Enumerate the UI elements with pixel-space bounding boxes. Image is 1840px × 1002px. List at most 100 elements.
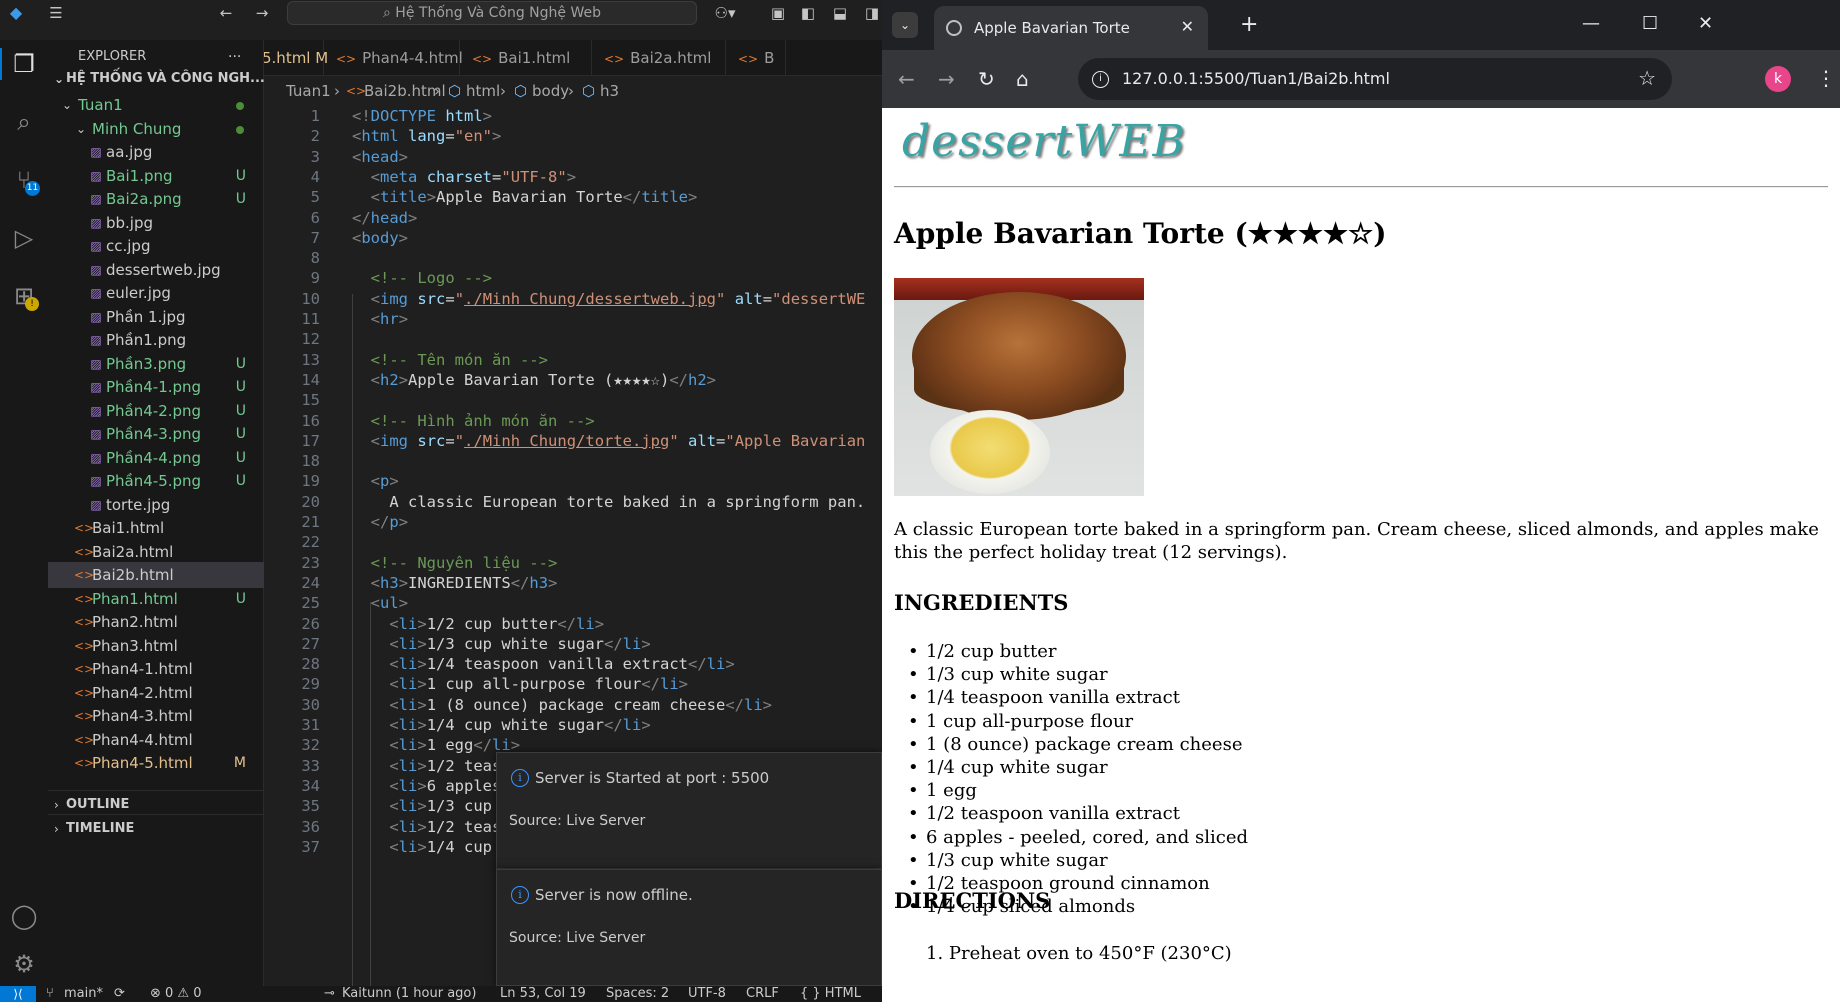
status-problems[interactable]: ⊗ 0 ⚠ 0 bbox=[150, 986, 202, 1002]
tree-file[interactable]: ▨ Phần4-2.png U bbox=[48, 398, 264, 424]
sync-icon[interactable]: ⟳ bbox=[114, 986, 125, 1002]
tree-file[interactable]: ▨ Phần1.png bbox=[48, 327, 264, 353]
tree-file[interactable]: ▨ Phần3.png U bbox=[48, 351, 264, 377]
status-branch[interactable]: main* bbox=[64, 986, 103, 1002]
minimize-icon[interactable]: — bbox=[1582, 12, 1600, 36]
tree-file[interactable]: ▨ Phần4-5.png U bbox=[48, 468, 264, 494]
code-token: = bbox=[716, 431, 726, 450]
breadcrumb-item-h3[interactable]: h3 bbox=[600, 78, 619, 104]
status-indentation[interactable]: Spaces: 2 bbox=[606, 986, 669, 1002]
tree-file[interactable]: <> Phan4-4.html bbox=[48, 727, 264, 753]
account-icon[interactable]: ◯ bbox=[0, 892, 48, 940]
profile-avatar[interactable]: k bbox=[1765, 66, 1791, 92]
maximize-icon[interactable]: ☐ bbox=[1642, 12, 1658, 36]
toggle-secondary-sidebar-icon[interactable]: ◨ bbox=[862, 3, 882, 23]
toggle-sidebar-icon[interactable]: ◧ bbox=[798, 3, 818, 23]
back-arrow-icon[interactable]: ← bbox=[214, 3, 238, 23]
bookmark-star-icon[interactable]: ☆ bbox=[1638, 66, 1656, 90]
tree-file[interactable]: <> Phan2.html bbox=[48, 609, 264, 635]
address-bar[interactable]: i 127.0.0.1:5500/Tuan1/Bai2b.html ☆ bbox=[1078, 58, 1672, 100]
html-file-icon: <> bbox=[336, 52, 357, 66]
menu-icon[interactable]: ☰ bbox=[44, 3, 68, 23]
tab-search-chevron-down-icon[interactable]: ⌄ bbox=[892, 12, 918, 38]
tree-file[interactable]: ▨ Bai1.png U bbox=[48, 163, 264, 189]
extensions-icon[interactable]: ⊞! bbox=[0, 272, 48, 320]
search-icon[interactable]: ⌕ bbox=[0, 98, 48, 146]
tree-folder[interactable]: ⌄ Tuan1 bbox=[48, 92, 264, 118]
editor-tab[interactable]: <> B bbox=[726, 40, 786, 75]
copilot-icon[interactable]: ⚇▾ bbox=[710, 3, 740, 23]
breadcrumb-item-html[interactable]: html bbox=[466, 78, 500, 104]
reload-icon[interactable]: ↻ bbox=[978, 67, 995, 91]
code-token: head bbox=[361, 147, 399, 166]
code-token: < bbox=[370, 289, 381, 308]
explorer-icon[interactable]: ❐ bbox=[0, 40, 48, 88]
code-token: < bbox=[370, 188, 381, 207]
code-text: <!-- Logo --> bbox=[352, 268, 492, 288]
tree-file[interactable]: ▨ Bai2a.png U bbox=[48, 186, 264, 212]
tree-file[interactable]: <> Phan4-5.html M bbox=[48, 750, 264, 776]
close-tab-icon[interactable]: ✕ bbox=[1181, 17, 1194, 37]
tree-file[interactable]: ▨ Phần4-1.png U bbox=[48, 374, 264, 400]
status-eol[interactable]: CRLF bbox=[746, 986, 779, 1002]
tree-file[interactable]: ▨ bb.jpg bbox=[48, 210, 264, 236]
new-tab-plus-icon[interactable]: + bbox=[1240, 13, 1258, 37]
tree-file[interactable]: <> Bai1.html bbox=[48, 515, 264, 541]
notification-toast[interactable]: i Server is Started at port : 5500 Sourc… bbox=[496, 752, 882, 869]
tree-file[interactable]: <> Phan1.html U bbox=[48, 586, 264, 612]
tree-file[interactable]: ▨ dessertweb.jpg bbox=[48, 257, 264, 283]
status-blame[interactable]: Kaitunn (1 hour ago) bbox=[342, 986, 476, 1002]
code-token: < bbox=[389, 716, 399, 734]
tree-file[interactable]: ▨ euler.jpg bbox=[48, 280, 264, 306]
layout-icon[interactable]: ▣ bbox=[768, 3, 788, 23]
line-number: 8 bbox=[310, 249, 320, 268]
home-icon[interactable]: ⌂ bbox=[1016, 67, 1029, 91]
browser-back-icon[interactable]: ← bbox=[898, 67, 915, 91]
settings-gear-icon[interactable]: ⚙ bbox=[0, 940, 48, 988]
editor-tab[interactable]: <> Bai1.html bbox=[460, 40, 592, 75]
command-center-search[interactable]: ⌕ Hệ Thống Và Công Nghệ Web bbox=[287, 1, 697, 25]
notification-toast[interactable]: i Server is now offline. Source: Live Se… bbox=[496, 869, 882, 986]
code-token: head bbox=[370, 208, 408, 227]
tree-file[interactable]: <> Phan4-1.html bbox=[48, 656, 264, 682]
run-debug-icon[interactable]: ▷ bbox=[0, 214, 48, 262]
close-window-icon[interactable]: ✕ bbox=[1698, 12, 1713, 36]
tree-file[interactable]: ▨ Phần4-4.png U bbox=[48, 445, 264, 471]
tree-file[interactable]: ▨ Phần 1.jpg bbox=[48, 304, 264, 330]
breadcrumb-item-tuan1[interactable]: Tuan1 bbox=[286, 78, 331, 104]
browser-tab-active[interactable]: Apple Bavarian Torte ✕ bbox=[934, 6, 1208, 50]
tree-file[interactable]: ▨ torte.jpg bbox=[48, 492, 264, 518]
browser-menu-icon[interactable]: ⋮ bbox=[1816, 64, 1836, 92]
workspace-root[interactable]: ⌄ HỆ THỐNG VÀ CÔNG NGH... bbox=[48, 66, 264, 92]
breadcrumb-item-body[interactable]: body bbox=[532, 78, 569, 104]
code-token: < bbox=[370, 594, 381, 613]
tree-file[interactable]: <> Phan3.html bbox=[48, 633, 264, 659]
remote-indicator-icon[interactable]: ⟩⟨ bbox=[0, 986, 36, 1002]
tree-file[interactable]: <> Phan4-2.html bbox=[48, 680, 264, 706]
tree-file[interactable]: <> Bai2a.html bbox=[48, 539, 264, 565]
code-token: html bbox=[361, 127, 399, 146]
code-token: " bbox=[716, 289, 726, 308]
tree-folder[interactable]: ⌄ Minh Chung bbox=[48, 116, 264, 142]
editor-tab[interactable]: <> Phan4-4.html bbox=[324, 40, 463, 75]
tree-file[interactable]: ▨ Phần4-3.png U bbox=[48, 421, 264, 447]
status-language[interactable]: { } HTML bbox=[800, 986, 861, 1002]
status-cursor-position[interactable]: Ln 53, Col 19 bbox=[500, 986, 586, 1002]
tree-file[interactable]: <> Phan4-3.html bbox=[48, 703, 264, 729]
editor-tab[interactable]: <> Bai2a.html bbox=[592, 40, 726, 75]
html-file-icon: <> bbox=[74, 732, 95, 747]
status-encoding[interactable]: UTF-8 bbox=[688, 986, 726, 1002]
editor-tab[interactable]: 5.html M bbox=[264, 40, 328, 75]
tree-file[interactable]: ▨ cc.jpg bbox=[48, 233, 264, 259]
timeline-section[interactable]: › TIMELINE bbox=[48, 814, 264, 842]
tree-file[interactable]: ▨ aa.jpg bbox=[48, 139, 264, 165]
tree-file[interactable]: <> Bai2b.html bbox=[48, 562, 264, 588]
forward-arrow-icon[interactable]: → bbox=[250, 3, 274, 23]
browser-forward-icon[interactable]: → bbox=[938, 67, 955, 91]
code-token: > bbox=[678, 675, 689, 694]
site-info-icon[interactable]: i bbox=[1092, 71, 1109, 88]
line-number: 2 bbox=[310, 127, 320, 146]
toggle-panel-icon[interactable]: ⬓ bbox=[830, 3, 850, 23]
source-control-icon[interactable]: ⑂ 11 bbox=[0, 156, 48, 204]
